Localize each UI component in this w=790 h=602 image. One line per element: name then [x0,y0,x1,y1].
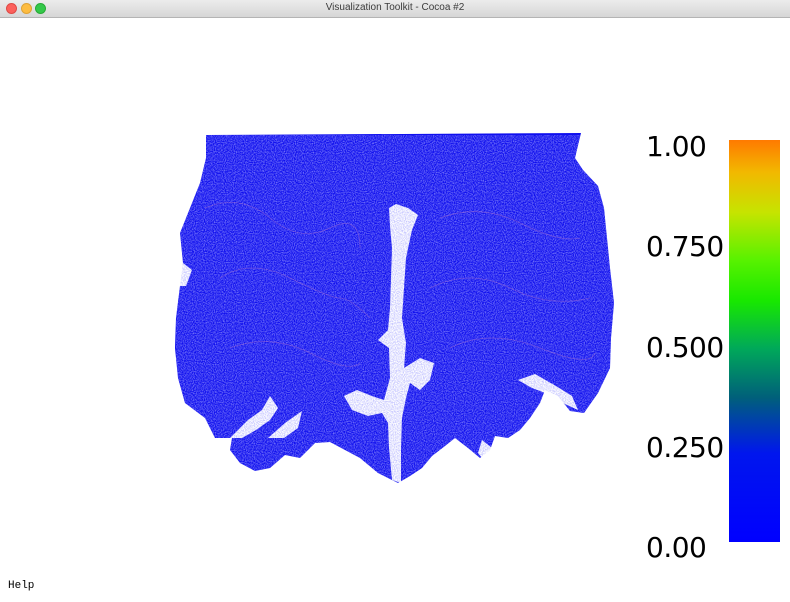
scalar-bar-label-min: 0.00 [646,531,707,564]
window-title: Visualization Toolkit - Cocoa #2 [325,2,465,13]
brain-slice-mesh [175,133,614,483]
scalar-bar-label-0500: 0.500 [646,331,724,364]
scalar-bar-label-max: 1.00 [646,130,707,163]
scalar-bar-label-0750: 0.750 [646,230,724,263]
render-viewport[interactable]: 1.00 0.750 0.500 0.250 0.00 Help [0,18,790,602]
help-text[interactable]: Help [8,580,34,592]
render-scene[interactable] [0,18,790,602]
scalar-bar-colormap [729,140,780,542]
title-bar[interactable]: Visualization Toolkit - Cocoa #2 [0,0,790,18]
scalar-bar-label-0250: 0.250 [646,431,724,464]
vtk-window: Visualization Toolkit - Cocoa #2 1.00 0.… [0,0,790,602]
